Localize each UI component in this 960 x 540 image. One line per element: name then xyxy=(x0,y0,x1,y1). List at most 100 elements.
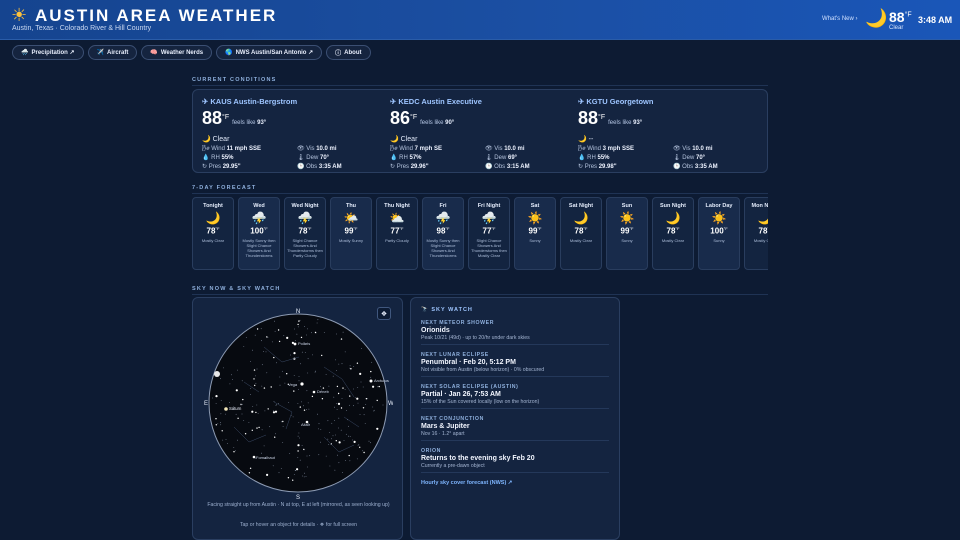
star-polaris[interactable] xyxy=(293,342,297,346)
forecast-card[interactable]: Sat ☀️ 99°F Sunny xyxy=(514,197,556,270)
feels-like: feels like 93° xyxy=(232,120,266,126)
star xyxy=(301,401,302,403)
pres-label: Pres xyxy=(396,164,410,170)
star xyxy=(249,467,252,469)
refresh-icon: ↻ xyxy=(578,164,584,170)
star xyxy=(321,354,323,357)
forecast-card[interactable]: Sun ☀️ 99°F Sunny xyxy=(606,197,648,270)
star xyxy=(304,352,306,353)
nav-about[interactable]: ⓘ About xyxy=(326,45,371,60)
forecast-card[interactable]: Thu Night ⛅ 77°F Partly Cloudy xyxy=(376,197,418,270)
forecast-card[interactable]: Wed ⛈️ 100°F Mostly Sunny then Slight Chanc… xyxy=(238,197,280,270)
forecast-temp-unit: °F xyxy=(491,226,496,231)
forecast-description: Mostly Clear xyxy=(753,237,768,243)
star xyxy=(212,397,214,399)
star xyxy=(215,418,217,420)
sky-watch-title-text: SKY WATCH xyxy=(431,307,473,313)
forecast-description: Sunny xyxy=(713,237,725,243)
forecast-card[interactable]: Labor Day ☀️ 100°F Sunny xyxy=(698,197,740,270)
forecast-card[interactable]: Wed Night ⛈️ 78°F Slight Chance Showers And… xyxy=(284,197,326,270)
forecast-description: Mostly Sunny then Slight Chance Showers … xyxy=(426,237,460,258)
star xyxy=(260,328,262,330)
whats-new-link[interactable]: What's New › xyxy=(822,16,857,22)
star xyxy=(356,458,358,460)
star xyxy=(376,427,379,430)
fullscreen-button[interactable]: ❖ xyxy=(377,307,391,320)
star xyxy=(254,384,256,387)
sky-map[interactable]: N S E W Polaris Vega Deneb Altair Saturn… xyxy=(204,307,393,499)
pres-label: Pres xyxy=(584,164,598,170)
forecast-temperature: 78°F xyxy=(285,226,325,236)
planet-saturn[interactable] xyxy=(224,407,228,411)
obs-label: Obs xyxy=(494,164,506,170)
star xyxy=(296,333,298,335)
forecast-card[interactable]: Fri ⛈️ 98°F Mostly Sunny then Slight Chance… xyxy=(422,197,464,270)
star xyxy=(337,454,338,456)
nav-precipitation[interactable]: 🌧️ Precipitation ↗ xyxy=(12,45,84,60)
star xyxy=(338,363,340,365)
star-deneb[interactable] xyxy=(312,390,316,394)
star xyxy=(267,336,269,338)
star xyxy=(318,428,319,430)
solar-eclipse-item: NEXT SOLAR ECLIPSE (AUSTIN) Partial · Ja… xyxy=(421,384,609,409)
star xyxy=(243,346,245,347)
forecast-weather-icon: 🌤️ xyxy=(343,211,359,225)
star xyxy=(367,398,369,400)
station-details: 🌬 Wind 3 mph SSE 👁 Vis 10.0 mi 💧 RH 55% … xyxy=(578,145,758,170)
star xyxy=(241,403,243,405)
star xyxy=(348,454,350,457)
star xyxy=(229,402,230,403)
star xyxy=(362,450,364,452)
feels-value: 93° xyxy=(633,120,643,126)
star-arcturus[interactable] xyxy=(369,379,373,383)
forecast-card[interactable]: Sat Night 🌙 78°F Mostly Clear xyxy=(560,197,602,270)
star xyxy=(297,323,299,326)
forecast-card[interactable]: Fri Night ⛈️ 77°F Slight Chance Showers And… xyxy=(468,197,510,270)
star-vega[interactable] xyxy=(300,382,304,386)
star xyxy=(229,383,231,385)
nav-nws[interactable]: 🌎 NWS Austin/San Antonio ↗ xyxy=(216,45,323,60)
star xyxy=(237,439,238,441)
conjunction-item: NEXT CONJUNCTION Mars & Jupiter Nov 16 ·… xyxy=(421,416,609,441)
moon-icon: 🌙 xyxy=(578,136,587,143)
star xyxy=(242,398,244,401)
forecast-description: Partly Cloudy xyxy=(385,237,409,243)
star xyxy=(316,322,318,324)
star-fomalhaut[interactable] xyxy=(252,455,256,459)
forecast-weather-icon: ⛅ xyxy=(389,211,405,225)
forecast-temperature: 78°F xyxy=(193,226,233,236)
star xyxy=(370,370,372,373)
moon-marker[interactable] xyxy=(214,371,220,377)
feels-label: feels like xyxy=(608,120,632,126)
temp-unit: °F xyxy=(410,114,418,121)
nav-aircraft[interactable]: ✈️ Aircraft xyxy=(87,45,138,60)
forecast-period-name: Wed Night xyxy=(291,203,319,209)
wind-value: 3 mph SSE xyxy=(602,146,634,152)
forecast-period-name: Fri xyxy=(439,203,447,209)
forecast-card[interactable]: Mon Night 🌙78°FMostly Clear xyxy=(744,197,768,270)
nav-weather-nerds[interactable]: 🧠 Weather Nerds xyxy=(141,45,213,60)
nav-label: Weather Nerds xyxy=(160,49,204,56)
star xyxy=(235,413,237,415)
dew-value: 69° xyxy=(507,155,518,161)
station-condition: 🌙 Clear xyxy=(390,135,570,143)
star xyxy=(245,337,247,338)
star xyxy=(336,370,337,371)
star xyxy=(255,411,257,414)
forecast-card[interactable]: Thu 🌤️ 99°F Mostly Sunny xyxy=(330,197,372,270)
star xyxy=(335,434,336,436)
star xyxy=(281,370,283,372)
station-kedc: ✈ KEDC Austin Executive 86°Ffeels like 9… xyxy=(390,97,570,170)
star xyxy=(244,433,247,435)
star xyxy=(303,449,305,451)
star xyxy=(340,429,342,431)
thermometer-icon: 🌡 xyxy=(297,155,305,161)
star xyxy=(349,365,351,367)
forecast-strip[interactable]: Tonight 🌙 78°F Mostly Clear Wed ⛈️ 100°F Mostly… xyxy=(192,197,768,271)
vis-value: 10.0 mi xyxy=(316,146,337,152)
forecast-card[interactable]: Tonight 🌙 78°F Mostly Clear xyxy=(192,197,234,270)
hourly-sky-cover-link[interactable]: Hourly sky cover forecast (NWS) ↗ xyxy=(421,480,609,486)
forecast-card[interactable]: Sun Night 🌙 78°F Mostly Clear xyxy=(652,197,694,270)
station-condition: 🌙 -- xyxy=(578,135,758,143)
dew-value: 70° xyxy=(319,155,330,161)
